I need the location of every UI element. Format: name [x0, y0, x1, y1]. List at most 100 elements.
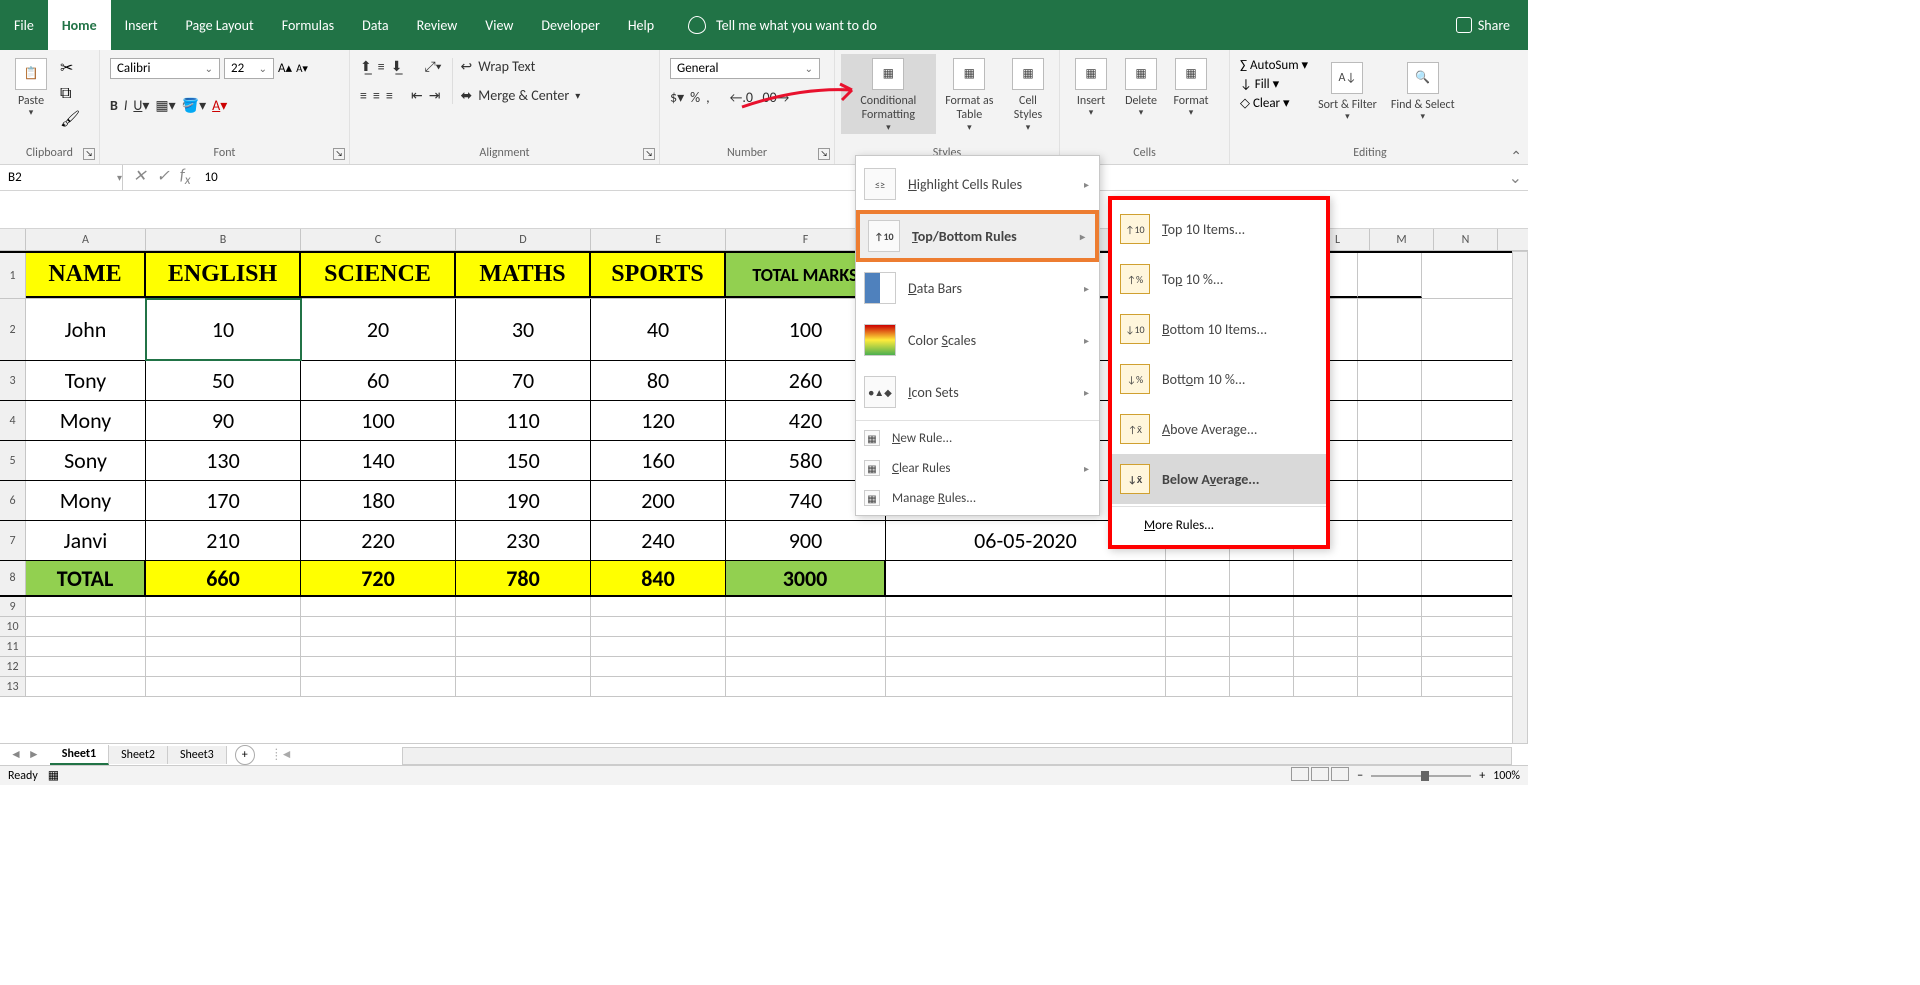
cell[interactable]: 40 — [591, 299, 726, 360]
cell[interactable] — [726, 657, 886, 676]
cell[interactable] — [1358, 481, 1422, 520]
format-as-table-button[interactable]: ▦ Format as Table▾ — [936, 54, 1003, 134]
cell[interactable]: 900 — [726, 521, 886, 560]
row-header[interactable]: 6 — [0, 481, 26, 520]
fill-color-button[interactable]: 🪣▾ — [182, 97, 206, 114]
menu-icon-sets[interactable]: ●▲◆Icon Sets▸ — [856, 366, 1099, 418]
cell[interactable] — [886, 657, 1166, 676]
cell[interactable]: 60 — [301, 361, 456, 400]
row-header[interactable]: 9 — [0, 597, 26, 616]
vertical-scrollbar[interactable] — [1512, 251, 1528, 745]
orientation-icon[interactable]: ⤢▾ — [424, 58, 441, 75]
tab-file[interactable]: File — [0, 0, 48, 50]
cell[interactable] — [146, 637, 301, 656]
cell[interactable] — [886, 597, 1166, 616]
cell[interactable]: 3000 — [726, 561, 886, 595]
new-sheet-button[interactable]: + — [235, 745, 255, 765]
col-header-N[interactable]: N — [1434, 229, 1498, 250]
cell[interactable] — [1230, 677, 1294, 696]
number-format-dropdown[interactable]: General — [670, 58, 820, 79]
row-header[interactable]: 4 — [0, 401, 26, 440]
cell[interactable] — [1294, 561, 1358, 595]
cell[interactable]: John — [26, 299, 146, 360]
col-header-D[interactable]: D — [456, 229, 591, 250]
menu-more-rules[interactable]: More Rules... — [1112, 509, 1326, 541]
italic-button[interactable]: I — [124, 97, 128, 114]
col-header-B[interactable]: B — [146, 229, 301, 250]
cell[interactable] — [726, 617, 886, 636]
copy-icon[interactable]: ⧉ — [60, 84, 80, 103]
delete-cells-button[interactable]: ▦Delete▾ — [1116, 54, 1166, 119]
cell[interactable] — [1230, 561, 1294, 595]
cell[interactable] — [1166, 657, 1230, 676]
decrease-decimal-icon[interactable]: .00→ — [759, 89, 789, 106]
cell[interactable] — [1358, 561, 1422, 595]
zoom-out-icon[interactable]: − — [1357, 769, 1363, 783]
autosum-button[interactable]: ∑ AutoSum ▾ — [1240, 58, 1308, 73]
cell[interactable] — [1230, 597, 1294, 616]
comma-format-icon[interactable]: , — [706, 89, 710, 106]
fx-icon[interactable]: fx — [180, 166, 191, 188]
align-bottom-icon[interactable]: ⬇̲ — [391, 58, 403, 75]
horizontal-scrollbar[interactable] — [402, 747, 1512, 765]
cell[interactable] — [1358, 597, 1422, 616]
cell[interactable] — [591, 597, 726, 616]
sheet-tab-1[interactable]: Sheet1 — [50, 745, 109, 765]
menu-color-scales[interactable]: Color Scales▸ — [856, 314, 1099, 366]
tab-insert[interactable]: Insert — [111, 0, 172, 50]
cut-icon[interactable]: ✂ — [60, 58, 80, 78]
sheet-nav-next-icon[interactable]: ► — [28, 747, 40, 762]
cell-styles-button[interactable]: ▦ Cell Styles▾ — [1003, 54, 1053, 134]
row-header[interactable]: 8 — [0, 561, 26, 595]
cell[interactable]: 50 — [146, 361, 301, 400]
sheet-nav-prev-icon[interactable]: ◄ — [10, 747, 22, 762]
menu-top-bottom-rules[interactable]: ↑10Top/Bottom Rules▸ — [856, 210, 1099, 262]
cell[interactable] — [1166, 677, 1230, 696]
tab-help[interactable]: Help — [614, 0, 668, 50]
cell[interactable] — [26, 657, 146, 676]
cell[interactable] — [1358, 637, 1422, 656]
row-header[interactable]: 12 — [0, 657, 26, 676]
cell[interactable]: 840 — [591, 561, 726, 595]
cell[interactable] — [1358, 361, 1422, 400]
cell[interactable] — [456, 677, 591, 696]
cell[interactable]: 160 — [591, 441, 726, 480]
cell[interactable] — [301, 617, 456, 636]
percent-format-icon[interactable]: % — [690, 89, 700, 106]
tab-data[interactable]: Data — [348, 0, 402, 50]
cell[interactable] — [456, 637, 591, 656]
tab-page-layout[interactable]: Page Layout — [172, 0, 268, 50]
view-buttons[interactable] — [1289, 767, 1349, 785]
menu-clear-rules[interactable]: ▦Clear Rules▸ — [856, 453, 1099, 483]
tab-formulas[interactable]: Formulas — [268, 0, 348, 50]
wrap-text-button[interactable]: Wrap Text — [478, 58, 535, 75]
cell[interactable] — [1166, 597, 1230, 616]
cell[interactable]: Janvi — [26, 521, 146, 560]
zoom-level[interactable]: 100% — [1493, 769, 1520, 783]
col-header-E[interactable]: E — [591, 229, 726, 250]
cell[interactable] — [1358, 617, 1422, 636]
cell[interactable] — [1358, 521, 1422, 560]
cell[interactable]: 170 — [146, 481, 301, 520]
col-header-C[interactable]: C — [301, 229, 456, 250]
cell[interactable] — [1294, 637, 1358, 656]
cell[interactable] — [591, 657, 726, 676]
cell[interactable]: Mony — [26, 481, 146, 520]
fill-button[interactable]: ↓ Fill ▾ — [1240, 77, 1308, 92]
macro-record-icon[interactable]: ▦ — [48, 768, 59, 783]
cell[interactable] — [1294, 617, 1358, 636]
cell[interactable]: MATHS — [456, 253, 591, 298]
row-header[interactable]: 7 — [0, 521, 26, 560]
zoom-slider[interactable] — [1371, 775, 1471, 777]
format-painter-icon[interactable]: 🖌 — [60, 109, 80, 129]
cell[interactable] — [301, 637, 456, 656]
cell[interactable] — [886, 637, 1166, 656]
menu-manage-rules[interactable]: ▦Manage Rules... — [856, 483, 1099, 513]
row-header[interactable]: 10 — [0, 617, 26, 636]
align-center-icon[interactable]: ≡ — [373, 87, 380, 104]
cell[interactable] — [1358, 441, 1422, 480]
cell[interactable] — [726, 637, 886, 656]
decrease-font-icon[interactable]: A▾ — [296, 62, 308, 75]
cell[interactable]: Sony — [26, 441, 146, 480]
cell[interactable] — [26, 637, 146, 656]
